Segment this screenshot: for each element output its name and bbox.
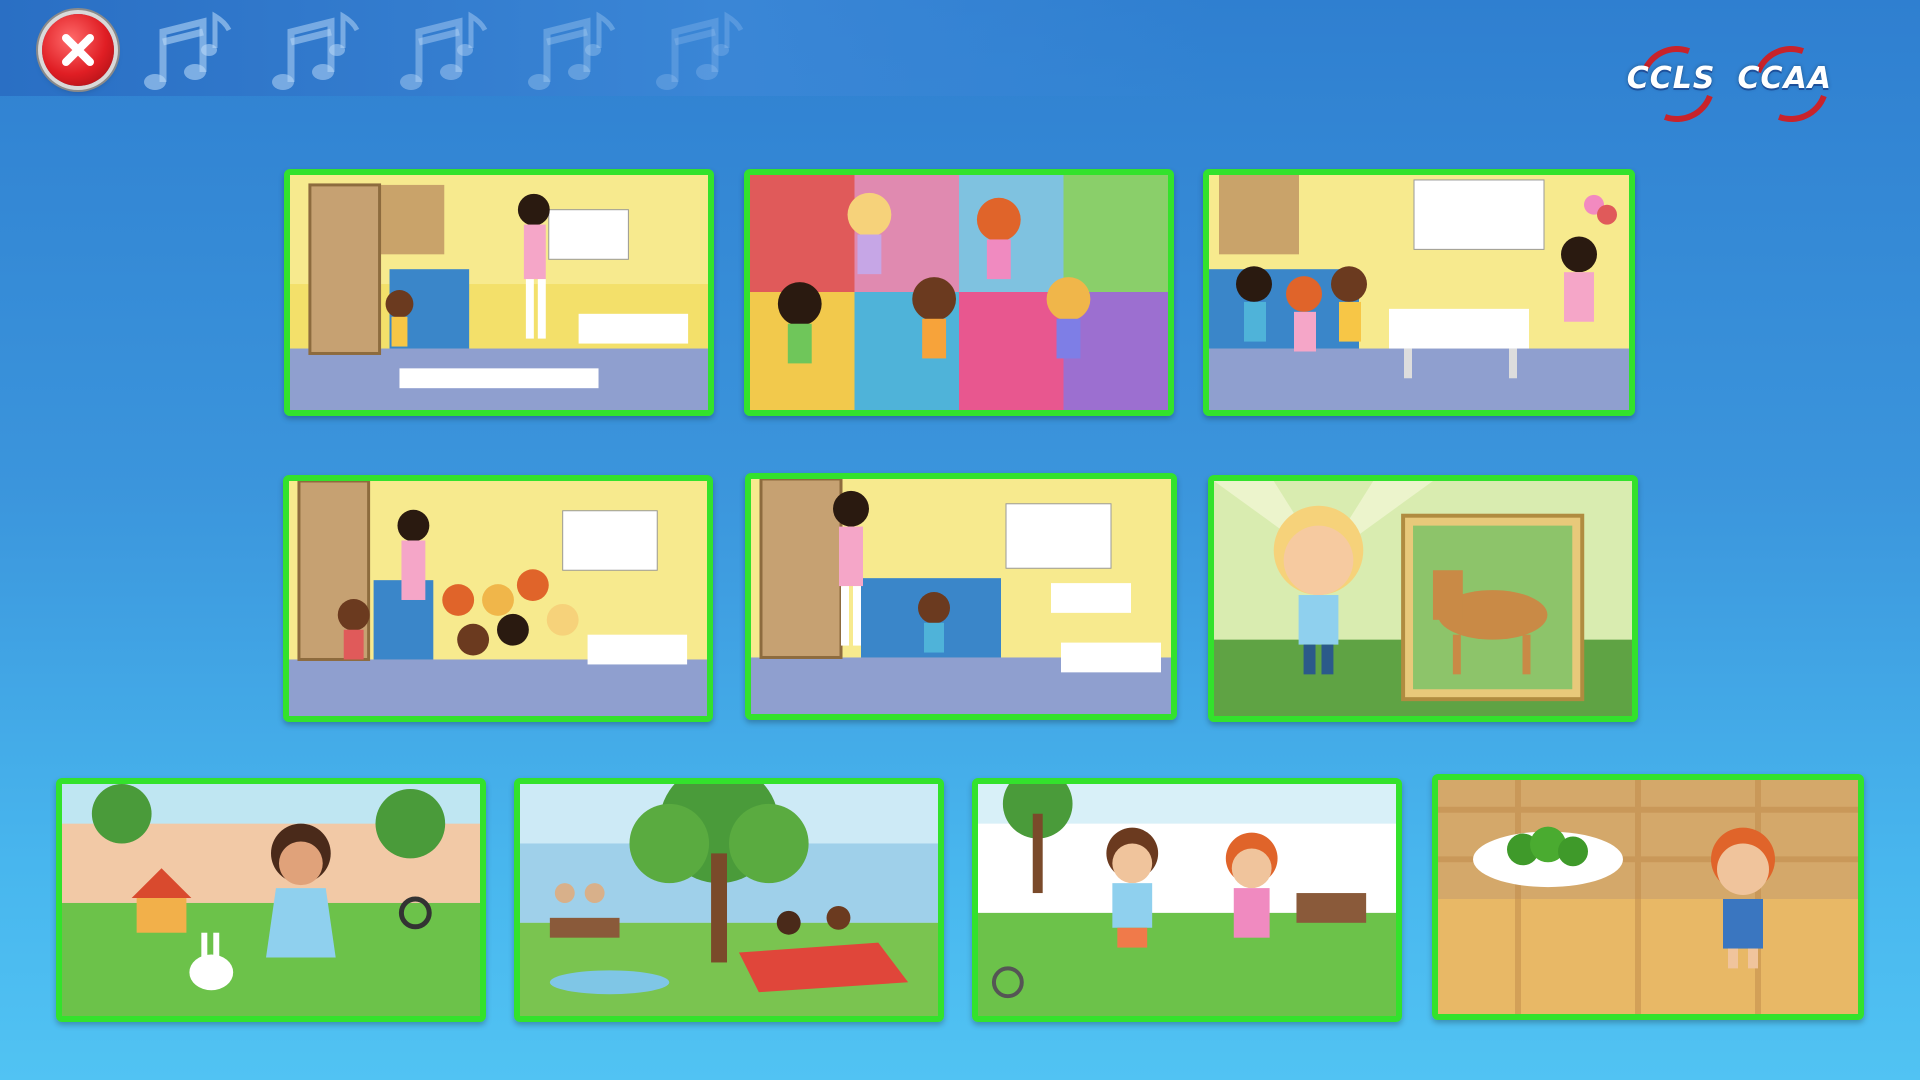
ccls-logo: CCLS bbox=[1623, 33, 1728, 135]
scene-tile-10[interactable] bbox=[1432, 774, 1864, 1020]
music-notes bbox=[140, 8, 754, 94]
close-button[interactable] bbox=[42, 14, 114, 86]
scene-classroom-teacher-boy-door bbox=[290, 175, 708, 410]
scene-kids-on-puzzle-mat bbox=[750, 175, 1168, 410]
scene-backyard-girl-bunny bbox=[62, 784, 480, 1016]
music-note-icon bbox=[272, 11, 360, 90]
scene-tile-8[interactable] bbox=[514, 778, 944, 1022]
scene-tile-9[interactable] bbox=[972, 778, 1402, 1022]
scene-tile-4[interactable] bbox=[283, 475, 713, 722]
standards-logos: CCLS CCAA bbox=[1623, 33, 1842, 135]
scene-boy-with-horse-picture bbox=[1214, 481, 1632, 716]
scene-park-picnic bbox=[520, 784, 938, 1016]
scene-classroom-teacher-boy bbox=[751, 479, 1171, 714]
scene-tile-5[interactable] bbox=[745, 473, 1177, 720]
scene-girl-with-broccoli bbox=[1438, 780, 1858, 1014]
scene-tile-3[interactable] bbox=[1203, 169, 1635, 416]
scene-classroom-art-table bbox=[1209, 175, 1629, 410]
ccaa-logo: CCAA bbox=[1734, 33, 1842, 135]
scene-classroom-group-arrival bbox=[289, 481, 707, 716]
scene-tile-6[interactable] bbox=[1208, 475, 1638, 722]
scene-tile-7[interactable] bbox=[56, 778, 486, 1022]
close-icon bbox=[62, 34, 94, 66]
music-note-icon bbox=[528, 11, 616, 90]
scene-tile-2[interactable] bbox=[744, 169, 1174, 416]
scene-backyard-kids-waving bbox=[978, 784, 1396, 1016]
music-note-icon bbox=[144, 11, 232, 90]
music-note-icon bbox=[656, 11, 744, 90]
music-note-icon bbox=[400, 11, 488, 90]
scene-tile-1[interactable] bbox=[284, 169, 714, 416]
